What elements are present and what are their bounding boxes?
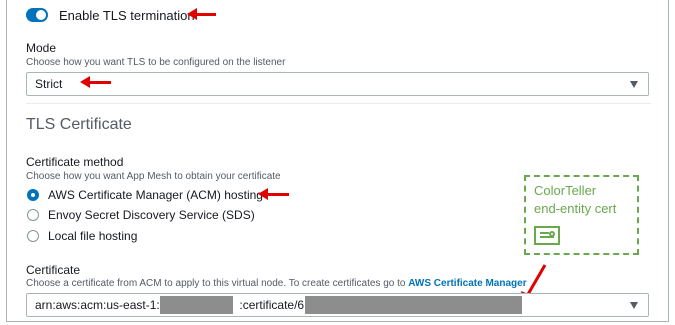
radio-acm[interactable]: AWS Certificate Manager (ACM) hosting xyxy=(27,187,263,203)
radio-sds[interactable]: Envoy Secret Discovery Service (SDS) xyxy=(27,207,255,223)
certificate-value-middle: :certificate/6 xyxy=(239,298,305,312)
chevron-down-icon xyxy=(630,302,638,309)
cert-method-description: Choose how you want App Mesh to obtain y… xyxy=(26,171,281,182)
mode-select-value: Strict xyxy=(35,77,63,91)
redaction-bar-account xyxy=(160,296,233,314)
chevron-down-icon xyxy=(630,81,638,88)
annotation-arrow-mode xyxy=(80,76,111,88)
certificate-value-prefix: arn:aws:acm:us-east-1:1 xyxy=(35,298,167,312)
radio-button[interactable] xyxy=(27,230,39,242)
tls-toggle-row[interactable]: Enable TLS termination xyxy=(26,5,195,25)
mode-select[interactable]: Strict xyxy=(26,72,649,96)
radio-label-local-file: Local file hosting xyxy=(48,229,138,243)
radio-label-acm: AWS Certificate Manager (ACM) hosting xyxy=(48,188,263,202)
radio-label-sds: Envoy Secret Discovery Service (SDS) xyxy=(48,208,255,222)
toggle-knob xyxy=(36,10,46,20)
radio-button-checked[interactable] xyxy=(27,189,39,201)
tls-toggle-label: Enable TLS termination xyxy=(59,7,195,23)
annotation-arrow-toggle xyxy=(187,8,216,20)
cert-method-label: Certificate method xyxy=(26,155,124,169)
certificate-description-text: Choose a certificate from ACM to apply t… xyxy=(26,278,406,289)
callout-line-2: end-entity cert xyxy=(534,201,617,216)
section-title: TLS Certificate xyxy=(26,116,132,133)
mode-label: Mode xyxy=(26,41,57,55)
callout-line-1: ColorTeller xyxy=(534,183,597,198)
certificate-description: Choose a certificate from ACM to apply t… xyxy=(26,278,527,289)
certificate-icon xyxy=(534,226,560,245)
annotation-arrow-acm xyxy=(258,188,289,200)
aws-certificate-manager-link[interactable]: AWS Certificate Manager xyxy=(408,278,526,289)
redaction-bar-cert-id xyxy=(305,296,522,314)
radio-button[interactable] xyxy=(27,209,39,221)
mode-description: Choose how you want TLS to be configured… xyxy=(26,57,286,68)
radio-local-file[interactable]: Local file hosting xyxy=(27,228,137,244)
callout-box: ColorTeller end-entity cert xyxy=(524,175,639,255)
section-divider xyxy=(26,103,651,104)
tls-toggle-switch[interactable] xyxy=(26,8,48,22)
certificate-label: Certificate xyxy=(26,263,81,277)
